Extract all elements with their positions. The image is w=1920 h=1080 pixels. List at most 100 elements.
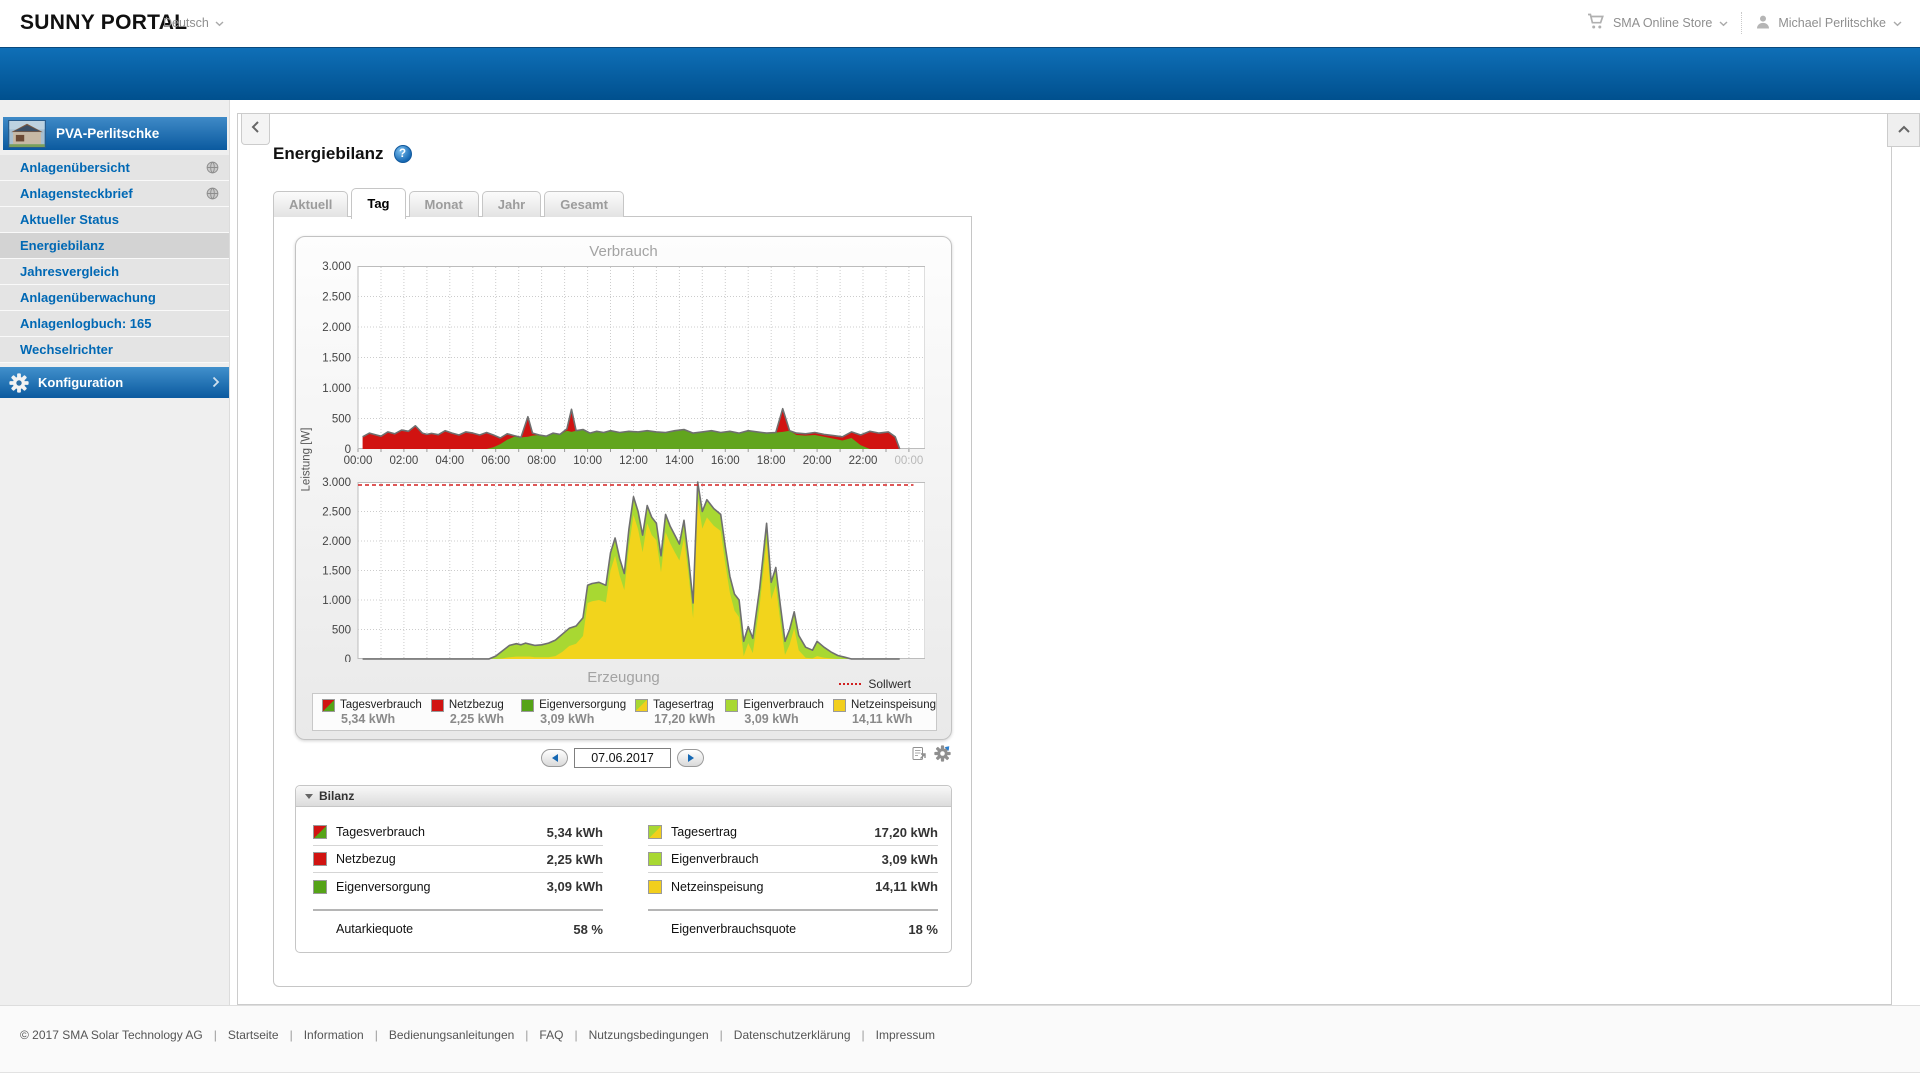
scroll-top-button[interactable] [1887, 113, 1920, 147]
svg-text:2.000: 2.000 [322, 322, 351, 334]
sidebar-item-anlagensteckbrief[interactable]: Anlagensteckbrief [0, 181, 229, 207]
bilanz-value: 14,11 kWh [875, 879, 938, 894]
plant-name: PVA-Perlitschke [56, 126, 160, 141]
language-label: Deutsch [163, 16, 209, 30]
bilanz-swatch-green [313, 879, 327, 894]
date-input[interactable] [574, 748, 671, 768]
bilanz-value: 2,25 kWh [546, 851, 603, 867]
bilanz-quote-autarkiequote: Autarkiequote 58 % [313, 913, 603, 945]
footer-link-information[interactable]: Information [304, 1028, 364, 1042]
sidebar-item-jahresvergleich[interactable]: Jahresvergleich [0, 259, 229, 285]
bilanz-label: Netzeinspeisung [671, 879, 764, 894]
export-icon[interactable] [910, 745, 927, 762]
legend-item-eigenversorgung: Eigenversorgung 3,09 kWh [512, 698, 627, 726]
online-store-menu[interactable]: SMA Online Store [1587, 13, 1728, 33]
legend-label: Eigenversorgung [539, 699, 627, 711]
prev-day-button[interactable] [541, 749, 568, 767]
sidebar-item-anlagen-bersicht[interactable]: Anlagenübersicht [0, 155, 229, 181]
bilanz-swatch-red [313, 852, 327, 866]
sidebar-item-energiebilanz[interactable]: Energiebilanz [0, 233, 229, 259]
svg-text:1.500: 1.500 [322, 353, 351, 365]
footer-link-nutzungsbedingungen[interactable]: Nutzungsbedingungen [589, 1028, 709, 1042]
legend-label: Tagesertrag [653, 699, 714, 711]
footer-separator: | [374, 1028, 378, 1042]
legend-value: 14,11 kWh [851, 711, 913, 726]
tab-content-box: Verbrauch Leistung [W] 0 500 1.000 1.500 2.0… [273, 216, 972, 987]
tab-label: Tag [367, 196, 390, 211]
bilanz-swatch-yellow [648, 879, 662, 894]
verbrauch-chart-title: Verbrauch [589, 243, 658, 260]
tab-label: Monat [424, 197, 463, 212]
svg-text:1.500: 1.500 [322, 566, 351, 578]
tab-label: Gesamt [560, 197, 608, 212]
bilanz-quote-value: 18 % [908, 921, 938, 937]
language-selector[interactable]: Deutsch [163, 16, 224, 30]
tab-monat[interactable]: Monat [408, 191, 479, 217]
legend-label: Tagesverbrauch [340, 699, 422, 711]
sidebar-item-label: Jahresvergleich [20, 264, 120, 279]
help-icon[interactable]: ? [393, 145, 412, 163]
legend-value: 5,34 kWh [341, 711, 396, 726]
legend-swatch-red [430, 698, 444, 712]
chart-card: Verbrauch Leistung [W] 0 500 1.000 1.500 2.0… [295, 236, 952, 740]
sidebar: PVA-Perlitschke Anlagenübersicht Anlagens… [0, 100, 230, 1005]
legend-swatch-lightgreen [725, 698, 739, 712]
bilanz-column-right: Tagesertrag 17,20 kWh Eigenverbrauch 3,09 k… [648, 819, 938, 945]
plant-selector[interactable]: PVA-Perlitschke [3, 117, 227, 150]
bilanz-divider [648, 909, 938, 911]
footer: © 2017 SMA Solar Technology AG | Startseit… [0, 1005, 1920, 1072]
bilanz-value: 3,09 kWh [546, 879, 603, 894]
sidebar-item-anlagenlogbuch-165[interactable]: Anlagenlogbuch: 165 [0, 311, 229, 337]
footer-separator: | [719, 1028, 723, 1042]
bilanz-column-left: Tagesverbrauch 5,34 kWh Netzbezug 2,25 kWh E… [313, 819, 603, 945]
globe-icon [206, 161, 219, 174]
legend-swatch-yellow [832, 698, 846, 712]
legend-item-eigenverbrauch: Eigenverbrauch 3,09 kWh [716, 698, 824, 726]
sidebar-item-aktueller-status[interactable]: Aktueller Status [0, 207, 229, 233]
svg-text:08:00: 08:00 [527, 455, 556, 466]
sidebar-item-anlagen-berwachung[interactable]: Anlagenüberwachung [0, 285, 229, 311]
bilanz-label: Eigenversorgung [336, 879, 431, 894]
tab-jahr[interactable]: Jahr [481, 191, 542, 217]
footer-link-startseite[interactable]: Startseite [228, 1028, 279, 1042]
svg-text:3.000: 3.000 [322, 477, 351, 489]
legend-swatch-green [521, 698, 535, 712]
footer-separator: | [861, 1028, 865, 1042]
next-day-button[interactable] [677, 749, 704, 767]
footer-link-impressum[interactable]: Impressum [876, 1028, 935, 1042]
svg-text:02:00: 02:00 [390, 455, 419, 466]
tab-gesamt[interactable]: Gesamt [544, 191, 624, 217]
collapse-triangle-icon [305, 793, 313, 799]
chevron-down-icon [1893, 16, 1902, 30]
footer-link-bedienungsanleitungen[interactable]: Bedienungsanleitungen [389, 1028, 514, 1042]
bilanz-label: Eigenverbrauch [671, 852, 759, 866]
tab-tag[interactable]: Tag [351, 188, 406, 219]
svg-text:1.000: 1.000 [322, 383, 351, 395]
legend-swatch-diag-green-yellow [635, 698, 649, 712]
bilanz-label: Tagesertrag [671, 825, 738, 839]
sidebar-collapse-button[interactable] [241, 114, 270, 145]
footer-link-faq[interactable]: FAQ [539, 1028, 563, 1042]
sidebar-item-konfiguration[interactable]: Konfiguration [0, 367, 229, 398]
sidebar-item-label: Anlagensteckbrief [20, 186, 133, 201]
svg-text:22:00: 22:00 [849, 455, 878, 466]
chevron-right-icon [212, 376, 220, 388]
chart-settings-icon[interactable] [934, 745, 951, 762]
bilanz-header[interactable]: Bilanz [296, 786, 951, 807]
content-panel: Energiebilanz ? Aktuell Tag Monat Jahr Gesam… [237, 113, 1892, 1005]
svg-text:1.000: 1.000 [322, 595, 351, 607]
bilanz-quote-label: Eigenverbrauchsquote [671, 922, 797, 936]
user-name: Michael Perlitschke [1778, 16, 1886, 30]
sidebar-item-label: Anlagenlogbuch: 165 [20, 316, 152, 331]
chevron-up-icon [1897, 121, 1911, 139]
content-area: Energiebilanz ? Aktuell Tag Monat Jahr Gesam… [230, 100, 1920, 1005]
user-menu[interactable]: Michael Perlitschke [1755, 14, 1902, 33]
svg-text:14:00: 14:00 [665, 455, 694, 466]
tab-aktuell[interactable]: Aktuell [273, 191, 349, 217]
bilanz-value: 17,20 kWh [874, 824, 938, 840]
sidebar-item-wechselrichter[interactable]: Wechselrichter [0, 337, 229, 363]
chevron-down-icon [215, 16, 224, 30]
legend-value: 2,25 kWh [449, 711, 505, 726]
footer-link-datenschutzerkl-rung[interactable]: Datenschutzerklärung [734, 1028, 851, 1042]
footer-separator: | [574, 1028, 578, 1042]
